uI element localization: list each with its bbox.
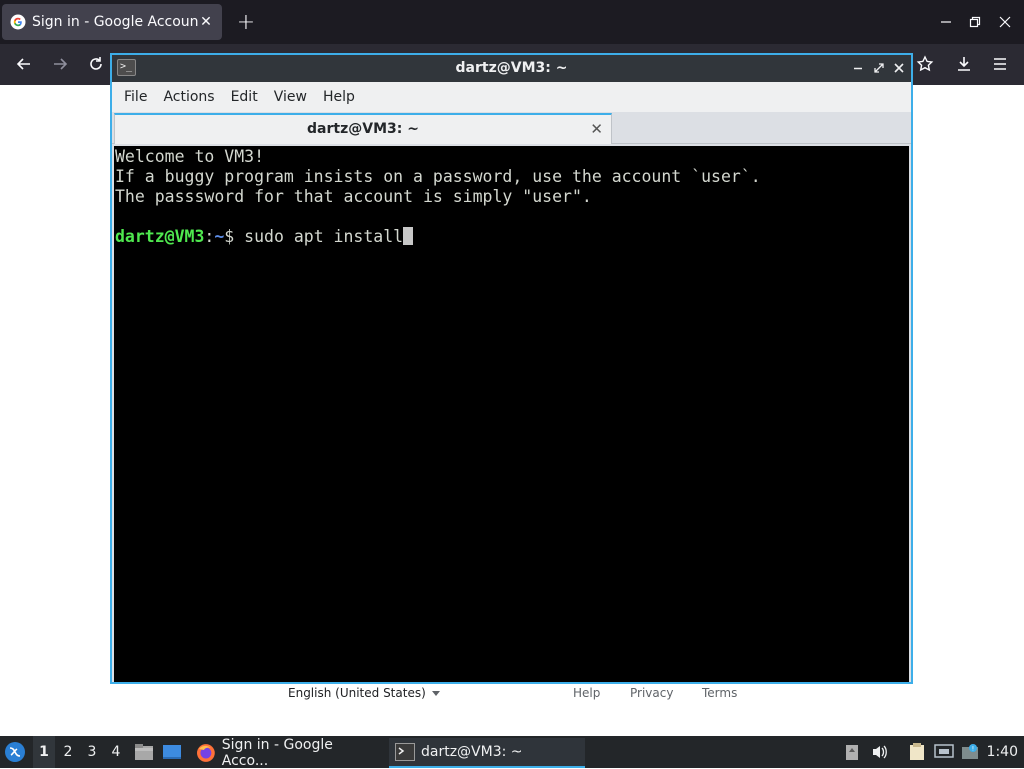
svg-text:!: ! bbox=[972, 746, 974, 753]
google-footer: English (United States) Help Privacy Ter… bbox=[0, 684, 1024, 704]
prompt-user: dartz@VM3 bbox=[115, 227, 205, 246]
command-input[interactable]: sudo apt install bbox=[244, 227, 403, 246]
menu-edit[interactable]: Edit bbox=[225, 89, 264, 105]
menu-hamburger-icon[interactable] bbox=[986, 50, 1014, 78]
back-arrow-icon[interactable] bbox=[10, 50, 38, 78]
terminal-tab-title: dartz@VM3: ~ bbox=[307, 121, 419, 137]
help-link[interactable]: Help bbox=[573, 686, 600, 700]
prompt-line: dartz@VM3:~$ sudo apt install bbox=[115, 227, 909, 247]
terminal-titlebar[interactable]: >_ dartz@VM3: ~ bbox=[112, 55, 911, 82]
workspace-1[interactable]: 1 bbox=[33, 736, 55, 768]
close-tab-icon[interactable]: ✕ bbox=[198, 14, 214, 30]
workspace-3[interactable]: 3 bbox=[81, 736, 103, 768]
menu-file[interactable]: File bbox=[118, 89, 153, 105]
terminal-icon bbox=[395, 743, 415, 761]
workspace-2[interactable]: 2 bbox=[57, 736, 79, 768]
terms-link[interactable]: Terms bbox=[702, 686, 737, 700]
minimize-icon[interactable] bbox=[932, 8, 960, 36]
browser-tab-strip: Sign in - Google Accounts ✕ + bbox=[0, 0, 1024, 44]
taskbar-task-terminal[interactable]: dartz@VM3: ~ bbox=[389, 738, 585, 768]
start-menu-icon[interactable] bbox=[4, 736, 26, 768]
bookmark-star-icon[interactable] bbox=[911, 50, 939, 78]
volume-icon[interactable] bbox=[870, 742, 890, 762]
firefox-icon bbox=[196, 744, 215, 762]
privacy-link[interactable]: Privacy bbox=[630, 686, 673, 700]
minimize-icon[interactable] bbox=[849, 59, 867, 77]
close-window-icon[interactable] bbox=[991, 8, 1019, 36]
new-tab-button[interactable]: + bbox=[232, 8, 260, 36]
terminal-window: >_ dartz@VM3: ~ File Actions Edit View H… bbox=[110, 53, 913, 684]
taskbar: 1 2 3 4 Sign in - Google Acco... dartz@V… bbox=[0, 736, 1024, 769]
terminal-tabbar: dartz@VM3: ~ ✕ bbox=[112, 112, 911, 144]
terminal-line: The passsword for that account is simply… bbox=[115, 187, 592, 206]
menu-help[interactable]: Help bbox=[317, 89, 361, 105]
network-icon[interactable] bbox=[934, 742, 954, 762]
taskbar-task-label: dartz@VM3: ~ bbox=[421, 744, 523, 760]
desktop-icon[interactable] bbox=[162, 736, 182, 768]
taskbar-task-browser[interactable]: Sign in - Google Acco... bbox=[190, 737, 382, 769]
clipboard-tray-icon[interactable] bbox=[842, 742, 862, 762]
maximize-icon[interactable] bbox=[870, 59, 888, 77]
terminal-output[interactable]: Welcome to VM3! If a buggy program insist… bbox=[114, 146, 909, 682]
language-label: English (United States) bbox=[288, 686, 426, 700]
taskbar-task-label: Sign in - Google Acco... bbox=[221, 737, 333, 769]
update-notifier-icon[interactable]: ! bbox=[960, 742, 980, 762]
prompt-separator: : bbox=[204, 227, 215, 246]
terminal-window-title: dartz@VM3: ~ bbox=[455, 60, 568, 76]
close-tab-icon[interactable]: ✕ bbox=[590, 120, 603, 138]
browser-tab-title: Sign in - Google Accounts bbox=[32, 14, 198, 30]
google-icon bbox=[10, 14, 26, 30]
chevron-down-icon bbox=[431, 690, 440, 696]
terminal-tab[interactable]: dartz@VM3: ~ ✕ bbox=[114, 113, 612, 144]
restore-icon[interactable] bbox=[961, 8, 989, 36]
clock[interactable]: 1:40 bbox=[987, 744, 1018, 760]
prompt-symbol: $ bbox=[224, 227, 245, 246]
workspace-4[interactable]: 4 bbox=[105, 736, 127, 768]
terminal-menubar: File Actions Edit View Help bbox=[112, 82, 911, 112]
text-cursor bbox=[403, 227, 414, 245]
terminal-line: Welcome to VM3! bbox=[115, 147, 265, 166]
prompt-path: ~ bbox=[214, 227, 225, 246]
close-icon[interactable] bbox=[890, 59, 908, 77]
notes-tray-icon[interactable] bbox=[907, 742, 927, 762]
file-manager-icon[interactable] bbox=[134, 736, 154, 768]
menu-view[interactable]: View bbox=[268, 89, 313, 105]
menu-actions[interactable]: Actions bbox=[157, 89, 220, 105]
reload-icon[interactable] bbox=[82, 50, 110, 78]
forward-arrow-icon[interactable] bbox=[46, 50, 74, 78]
terminal-line: If a buggy program insists on a password… bbox=[115, 167, 761, 186]
language-select[interactable]: English (United States) bbox=[288, 686, 440, 700]
download-icon[interactable] bbox=[950, 50, 978, 78]
browser-tab[interactable]: Sign in - Google Accounts ✕ bbox=[2, 4, 222, 40]
